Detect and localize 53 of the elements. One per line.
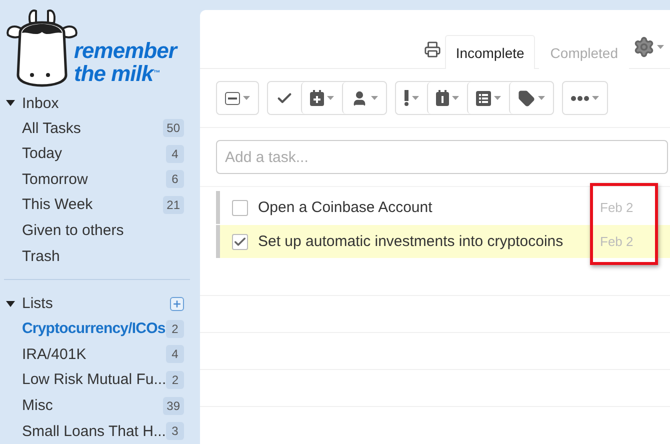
sidebar-item[interactable]: Trash <box>22 248 184 265</box>
select-checkbox-icon <box>225 92 240 104</box>
task-count: 3 <box>166 422 184 440</box>
section-title[interactable]: Lists <box>22 295 170 312</box>
exclamation-icon <box>404 90 409 106</box>
caret-icon <box>371 96 378 100</box>
task-count: 2 <box>166 320 184 338</box>
sidebar-item[interactable]: Cryptocurrency/ICOs <box>22 320 166 338</box>
caret-icon <box>412 96 419 100</box>
collapse-triangle-icon[interactable] <box>6 100 15 106</box>
sidebar-item[interactable]: IRA/401K <box>22 346 166 363</box>
task-title[interactable]: Open a Coinbase Account <box>258 199 600 216</box>
task-count: 21 <box>162 196 184 214</box>
task-count: 4 <box>166 345 184 364</box>
sidebar-item[interactable]: Today <box>22 145 166 162</box>
add-list-button[interactable] <box>170 296 184 311</box>
section-title[interactable]: Inbox <box>22 94 184 112</box>
task-count: 39 <box>162 396 184 415</box>
sidebar-item[interactable]: Given to others <box>22 222 184 240</box>
caret-icon <box>327 96 334 100</box>
task-checkbox[interactable] <box>232 200 248 216</box>
task-count: 4 <box>166 144 184 163</box>
print-button[interactable] <box>424 41 441 58</box>
caret-icon <box>592 96 599 100</box>
list-icon <box>476 90 491 106</box>
sidebar-item[interactable]: Misc <box>22 397 163 414</box>
caret-icon <box>657 45 664 49</box>
sidebar-item[interactable]: All Tasks <box>22 120 163 137</box>
task-checkbox[interactable] <box>232 234 248 250</box>
settings-button[interactable] <box>633 36 664 58</box>
sidebar-item[interactable]: This Week <box>22 196 163 214</box>
more-icon <box>571 96 589 100</box>
sidebar-item[interactable]: Tomorrow <box>22 170 166 188</box>
caret-icon <box>452 96 459 100</box>
due-date: Feb 2 <box>600 234 634 249</box>
sidebar-item[interactable]: Small Loans That H... <box>22 422 166 440</box>
task-count: 2 <box>166 370 184 389</box>
plus-icon <box>172 298 182 309</box>
calendar-icon <box>436 90 449 106</box>
tag-icon <box>518 90 535 106</box>
caret-icon <box>538 96 545 100</box>
person-icon <box>351 90 368 106</box>
calendar-plus-icon <box>310 90 324 106</box>
caret-icon <box>243 96 250 100</box>
tab[interactable]: Incomplete <box>444 35 536 69</box>
task-count: 50 <box>162 119 184 138</box>
collapse-triangle-icon[interactable] <box>6 300 15 307</box>
task-count: 6 <box>166 170 184 188</box>
task-title[interactable]: Set up automatic investments into cryptocoins <box>258 233 600 250</box>
due-date: Feb 2 <box>600 200 634 215</box>
add-task-field[interactable]: Add a task... <box>216 140 668 174</box>
caret-icon <box>494 96 501 100</box>
sidebar-item[interactable]: Low Risk Mutual Fu... <box>22 371 166 388</box>
